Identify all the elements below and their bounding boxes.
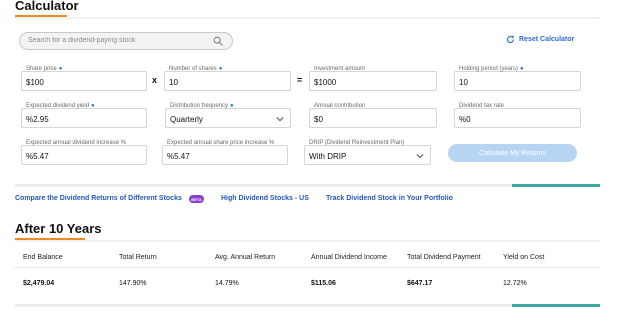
stock-search[interactable] — [19, 32, 233, 50]
dividend-yield-value: %2.95 — [26, 115, 49, 124]
col-header-total-return: Total Return — [119, 254, 157, 261]
search-icon[interactable] — [213, 36, 223, 46]
track-dividend-link[interactable]: Track Dividend Stock in Your Portfolio — [326, 195, 453, 202]
results-card-bottom-accent — [15, 304, 600, 307]
high-dividend-stocks-link[interactable]: High Dividend Stocks - US — [221, 195, 309, 202]
number-of-shares-value: 10 — [169, 78, 178, 87]
value-annual-dividend-income: $115.06 — [311, 280, 336, 287]
reset-label: Reset Calculator — [519, 36, 575, 43]
annual-share-price-increase-field[interactable]: Expected annual share price increase % %… — [162, 140, 288, 165]
annual-contribution-label: Annual contribution — [314, 103, 366, 109]
drip-select[interactable]: DRIP (Dividend Reinvestment Plan) With D… — [304, 140, 431, 165]
value-total-dividend-payment: $647.17 — [407, 280, 433, 287]
annual-contribution-field[interactable]: Annual contribution $0 — [309, 103, 437, 128]
results-title: After 10 Years — [15, 221, 102, 236]
share-price-value: $100 — [26, 78, 44, 87]
chevron-down-icon — [276, 117, 284, 122]
multiply-operator: x — [152, 75, 158, 85]
compare-stocks-link[interactable]: Compare the Dividend Returns of Differen… — [15, 195, 182, 202]
annual-dividend-increase-field[interactable]: Expected annual dividend increase % %5.4… — [21, 140, 147, 165]
annual-share-price-increase-value: %5.47 — [167, 152, 190, 161]
dividend-yield-field[interactable]: Expected dividend yield ● %2.95 — [21, 103, 147, 128]
chevron-down-icon — [416, 154, 424, 159]
refresh-icon — [506, 35, 515, 44]
holding-period-value: 10 — [459, 78, 468, 87]
equals-operator: = — [297, 75, 303, 85]
holding-period-field[interactable]: Holding period (years) ● 10 — [454, 66, 581, 91]
beta-badge: BETA — [189, 195, 204, 203]
col-header-annual-dividend-income: Annual Dividend Income — [311, 254, 387, 261]
investment-amount-label: Investment amount — [314, 66, 366, 72]
drip-label: DRIP (Dividend Reinvestment Plan) — [309, 140, 405, 146]
distribution-frequency-label: Distribution frequency ● — [170, 103, 234, 109]
col-header-total-dividend-payment: Total Dividend Payment — [407, 254, 481, 261]
value-avg-annual-return: 14.79% — [215, 280, 239, 287]
dividend-tax-rate-field[interactable]: Dividend tax rate %0 — [454, 103, 581, 128]
share-price-field[interactable]: Share price ● $100 — [21, 66, 147, 91]
col-header-yield-on-cost: Yield on Cost — [503, 254, 545, 261]
annual-dividend-increase-label: Expected annual dividend increase % — [26, 140, 127, 146]
annual-share-price-increase-label: Expected annual share price increase % — [167, 140, 275, 146]
investment-amount-field[interactable]: Investment amount $1000 — [309, 66, 437, 91]
calculator-title: Calculator — [15, 0, 79, 13]
annual-dividend-increase-value: %5.47 — [26, 152, 49, 161]
dividend-tax-rate-label: Dividend tax rate — [459, 103, 505, 109]
number-of-shares-field[interactable]: Number of shares ● 10 — [164, 66, 291, 91]
distribution-frequency-select[interactable]: Distribution frequency ● Quarterly — [165, 103, 291, 128]
annual-contribution-value: $0 — [314, 115, 323, 124]
col-header-avg-annual-return: Avg. Annual Return — [215, 254, 276, 261]
search-input[interactable] — [28, 37, 208, 44]
calculator-card-bottom-accent — [15, 184, 600, 187]
results-row-divider — [14, 267, 600, 268]
calculator-top-rule — [15, 17, 600, 19]
value-total-return: 147.90% — [119, 280, 147, 287]
dividend-tax-rate-value: %0 — [459, 115, 471, 124]
drip-value: With DRIP — [309, 152, 347, 161]
holding-period-label: Holding period (years) ● — [459, 66, 524, 72]
calculate-button[interactable]: Calculate My Returns — [448, 144, 577, 162]
value-end-balance: $2,479.04 — [23, 280, 55, 287]
col-header-end-balance: End Balance — [23, 254, 63, 261]
distribution-frequency-value: Quarterly — [170, 115, 203, 124]
dividend-yield-label: Expected dividend yield ● — [26, 103, 95, 109]
results-top-rule — [15, 240, 600, 242]
value-yield-on-cost: 12.72% — [503, 280, 527, 287]
number-of-shares-label: Number of shares ● — [169, 66, 223, 72]
share-price-label: Share price ● — [26, 66, 63, 72]
reset-calculator-button[interactable]: Reset Calculator — [506, 35, 574, 44]
investment-amount-value: $1000 — [314, 78, 337, 87]
